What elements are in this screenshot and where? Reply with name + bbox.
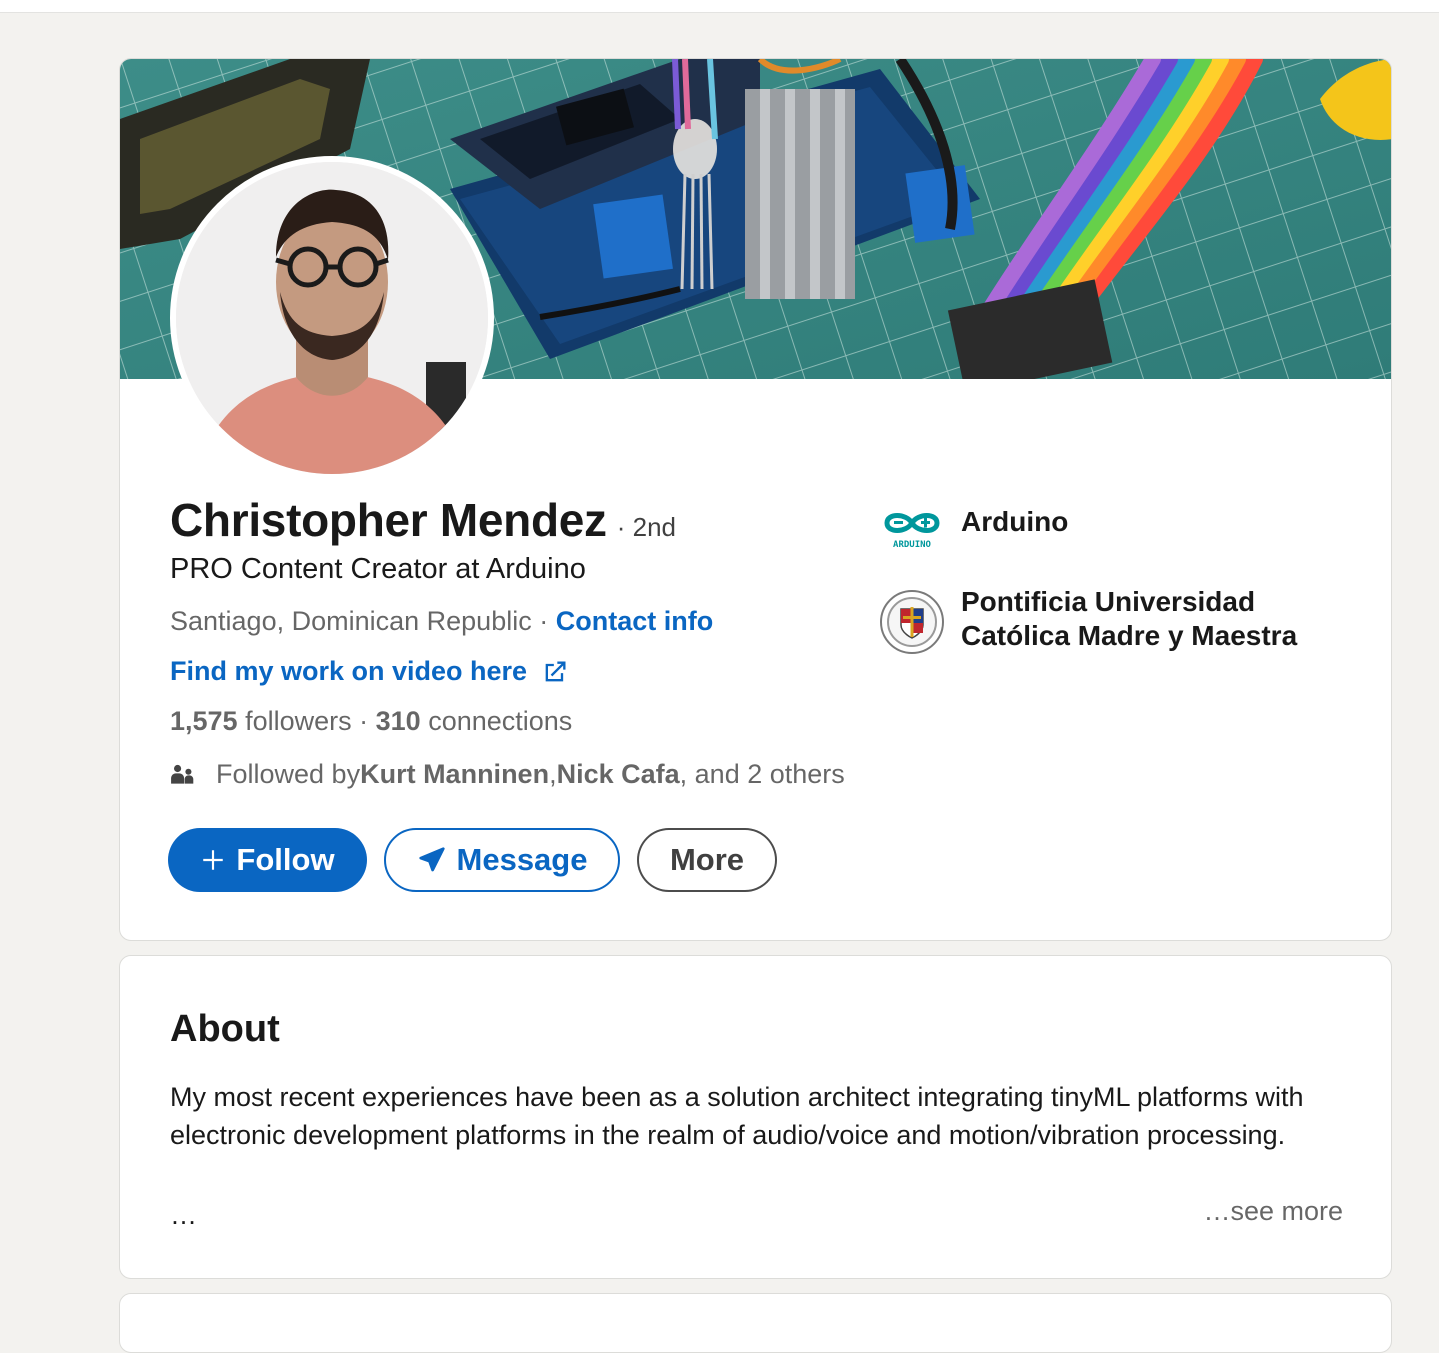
mutual-followers-row[interactable]: Followed by Kurt Manninen, Nick Cafa, an… — [170, 759, 845, 790]
follow-button[interactable]: Follow — [168, 828, 367, 892]
about-text: My most recent experiences have been as … — [170, 1082, 1304, 1150]
education-item[interactable]: Pontificia Universidad Católica Madre y … — [879, 586, 1321, 655]
university-seal-icon — [880, 590, 944, 654]
message-button[interactable]: Message — [384, 828, 620, 892]
location-text: Santiago, Dominican Republic — [170, 606, 532, 636]
people-icon — [171, 764, 194, 784]
mutual-follower-name[interactable]: Kurt Manninen — [360, 759, 549, 790]
profile-headline: PRO Content Creator at Arduino — [170, 553, 586, 585]
company-name: Arduino — [961, 506, 1069, 537]
more-button[interactable]: More — [637, 828, 777, 892]
follow-label: Follow — [236, 842, 335, 877]
arduino-logo-icon: ARDUINO — [879, 497, 945, 563]
about-card: About My most recent experiences have be… — [119, 955, 1392, 1279]
connections-link[interactable]: 310 connections — [376, 706, 573, 736]
more-label: More — [669, 842, 745, 877]
about-ellipsis: … — [170, 1200, 197, 1230]
profile-card: Christopher Mendez · 2nd PRO Content Cre… — [119, 58, 1392, 941]
stats-separator: · — [351, 706, 376, 736]
experience-education-list: ARDUINO Arduino Pontificia Universidad C… — [879, 497, 1321, 681]
message-label: Message — [456, 842, 588, 877]
profile-name: Christopher Mendez — [170, 494, 607, 546]
network-stats: 1,575 followers · 310 connections — [170, 706, 572, 737]
video-link-label: Find my work on video here — [170, 656, 528, 686]
school-name: Pontificia Universidad Católica Madre y … — [961, 586, 1298, 651]
followed-prefix: Followed by — [216, 759, 361, 789]
see-more-button[interactable]: …see more — [1203, 1196, 1343, 1227]
send-icon — [418, 847, 445, 872]
location-row: Santiago, Dominican Republic · Contact i… — [170, 606, 713, 637]
plus-icon — [203, 850, 224, 870]
top-bar — [0, 0, 1439, 13]
followed-suffix: , and 2 others — [679, 759, 845, 789]
external-link-icon — [545, 661, 566, 681]
location-separator: · — [531, 606, 556, 636]
profile-name-row: Christopher Mendez · 2nd — [170, 493, 676, 547]
about-title: About — [170, 1008, 280, 1050]
followers-link[interactable]: 1,575 followers — [170, 706, 352, 736]
connection-degree: · 2nd — [616, 512, 677, 542]
next-section-card — [119, 1293, 1392, 1353]
followed-separator: , — [549, 759, 557, 789]
current-company-item[interactable]: ARDUINO Arduino — [879, 497, 1321, 563]
mutual-follower-name[interactable]: Nick Cafa — [557, 759, 680, 790]
video-work-link[interactable]: Find my work on video here — [170, 656, 569, 687]
contact-info-link[interactable]: Contact info — [556, 606, 713, 636]
profile-avatar[interactable] — [170, 156, 494, 480]
svg-text:ARDUINO: ARDUINO — [893, 540, 932, 550]
profile-actions: Follow Message More — [168, 828, 777, 892]
